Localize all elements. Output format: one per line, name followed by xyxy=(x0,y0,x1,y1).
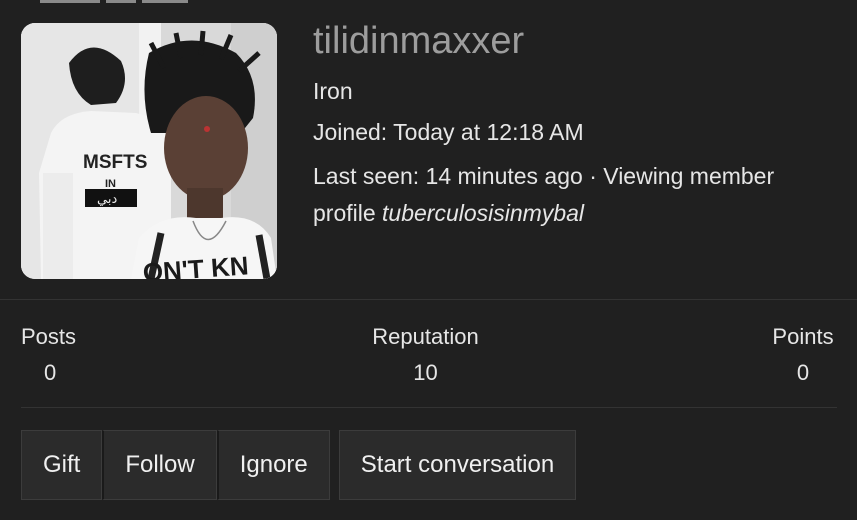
stat-points-label: Points xyxy=(772,324,834,349)
avatar[interactable]: MSFTS IN دبي ON'T KN xyxy=(21,23,277,279)
tab-indicator xyxy=(40,0,100,3)
separator: · xyxy=(589,163,597,189)
user-rank: Iron xyxy=(313,78,353,104)
activity-target[interactable]: tuberculosisinmybal xyxy=(382,200,584,226)
joined-line: Joined: Today at 12:18 AM xyxy=(313,117,584,147)
stat-points-value: 0 xyxy=(796,360,810,385)
top-tab-strip xyxy=(40,0,310,4)
last-seen-line: Last seen: 14 minutes ago · Viewing memb… xyxy=(313,158,843,232)
back-shirt-text-2: IN xyxy=(105,178,116,190)
profile-actions: Gift Follow Ignore Start conversation xyxy=(21,430,577,500)
stat-posts[interactable]: Posts 0 xyxy=(21,322,76,388)
stat-reputation-value: 10 xyxy=(413,360,438,385)
ignore-button[interactable]: Ignore xyxy=(216,430,330,500)
action-button-group: Gift Follow Ignore xyxy=(21,430,330,500)
member-profile-card: MSFTS IN دبي ON'T KN tilidinmaxxer Iron … xyxy=(0,0,857,520)
avatar-photo: MSFTS IN دبي ON'T KN xyxy=(21,23,277,279)
start-conversation-button[interactable]: Start conversation xyxy=(338,430,577,500)
stat-posts-value: 0 xyxy=(44,360,57,385)
back-shirt-text-3: دبي xyxy=(97,192,117,207)
username[interactable]: tilidinmaxxer xyxy=(313,17,524,65)
last-seen-label: Last seen: xyxy=(313,163,420,189)
joined-label: Joined: xyxy=(313,119,388,145)
follow-button[interactable]: Follow xyxy=(102,430,217,500)
last-seen-value: 14 minutes ago xyxy=(425,163,583,189)
joined-value: Today at 12:18 AM xyxy=(393,119,584,145)
front-person-face xyxy=(164,96,248,200)
back-shirt-text: MSFTS xyxy=(83,152,147,173)
tab-indicator xyxy=(142,0,188,3)
stat-reputation[interactable]: Reputation 10 xyxy=(367,322,484,388)
stat-posts-label: Posts xyxy=(21,324,77,349)
stat-reputation-label: Reputation xyxy=(372,324,479,349)
section-divider xyxy=(0,299,857,300)
tab-indicator xyxy=(106,0,136,3)
stats-divider xyxy=(21,407,837,408)
stat-points[interactable]: Points 0 xyxy=(769,322,837,388)
gift-button[interactable]: Gift xyxy=(21,430,103,500)
